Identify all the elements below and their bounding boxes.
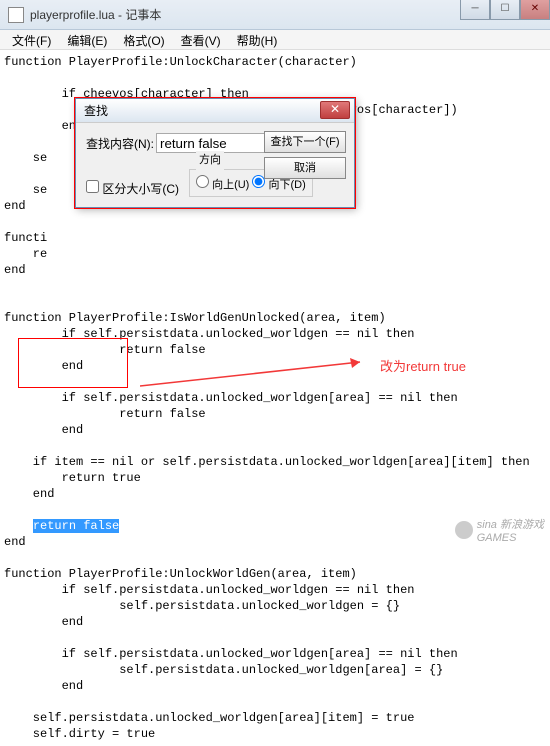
- find-dialog: 查找 ✕ 查找内容(N): 查找下一个(F) 取消 区分大小写(C) 方向 向上…: [75, 98, 355, 208]
- cancel-button[interactable]: 取消: [264, 157, 346, 179]
- direction-group-title: 方向: [196, 151, 224, 167]
- radio-up[interactable]: [196, 175, 209, 188]
- code-after: end function PlayerProfile:UnlockWorldGe…: [4, 535, 458, 741]
- maximize-button[interactable]: ☐: [490, 0, 520, 20]
- case-checkbox-label[interactable]: 区分大小写(C): [86, 180, 179, 197]
- watermark-sub: GAMES: [477, 532, 517, 544]
- window-controls: ─ ☐ ✕: [460, 0, 550, 20]
- watermark-text: 新浪游戏: [500, 519, 544, 531]
- menu-view[interactable]: 查看(V): [173, 30, 229, 49]
- selected-text: return false: [33, 519, 119, 533]
- find-dialog-close-button[interactable]: ✕: [320, 101, 350, 119]
- case-checkbox[interactable]: [86, 180, 99, 193]
- menu-help[interactable]: 帮助(H): [229, 30, 286, 49]
- sina-logo-icon: [455, 521, 473, 539]
- menu-file[interactable]: 文件(F): [4, 30, 59, 49]
- window-titlebar: playerprofile.lua - 记事本 ─ ☐ ✕: [0, 0, 550, 30]
- find-input[interactable]: [156, 133, 266, 153]
- minimize-button[interactable]: ─: [460, 0, 490, 20]
- find-dialog-titlebar[interactable]: 查找 ✕: [76, 99, 354, 123]
- window-title: playerprofile.lua - 记事本: [30, 6, 161, 23]
- menu-edit[interactable]: 编辑(E): [59, 30, 115, 49]
- find-dialog-title-text: 查找: [84, 102, 108, 119]
- watermark-brand: sina: [477, 519, 497, 531]
- menu-bar: 文件(F) 编辑(E) 格式(O) 查看(V) 帮助(H): [0, 30, 550, 50]
- notepad-icon: [8, 7, 24, 23]
- radio-up-label[interactable]: 向上(U): [196, 179, 249, 191]
- annotation-label: 改为return true: [380, 356, 466, 375]
- menu-format[interactable]: 格式(O): [115, 30, 172, 49]
- highlight-box: [18, 338, 128, 388]
- find-label: 查找内容(N):: [86, 135, 156, 152]
- find-next-button[interactable]: 查找下一个(F): [264, 131, 346, 153]
- watermark: sina 新浪游戏 GAMES: [455, 516, 544, 544]
- close-button[interactable]: ✕: [520, 0, 550, 20]
